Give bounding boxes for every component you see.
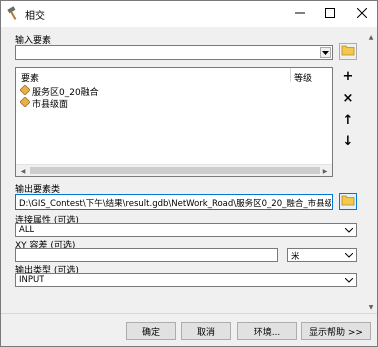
xy-tolerance-unit: 米	[291, 252, 300, 262]
scroll-right-icon[interactable]: ▶	[320, 166, 330, 176]
hammer-icon	[7, 6, 21, 20]
browse-output-button[interactable]	[339, 193, 357, 210]
show-help-button[interactable]: 显示帮助 >>	[301, 322, 371, 340]
move-down-button[interactable]: ↓	[339, 132, 357, 150]
table-row[interactable]: 服务区0_20融合	[19, 83, 99, 98]
folder-icon	[341, 194, 355, 209]
scroll-up-icon[interactable]: ▲	[366, 32, 376, 42]
remove-feature-button[interactable]: ×	[339, 89, 357, 107]
column-header-rank[interactable]: 等级	[294, 71, 312, 84]
vertical-scrollbar[interactable]: ▲ ▼	[365, 31, 377, 313]
output-features-value: D:\GIS_Contest\下午\结果\result.gdb\NetWork_…	[19, 199, 331, 209]
feature-class-icon	[19, 95, 31, 110]
maximize-icon	[325, 7, 335, 21]
column-header-feature[interactable]: 要素	[21, 71, 39, 84]
close-button[interactable]	[347, 1, 377, 27]
xy-tolerance-unit-select[interactable]: 米	[287, 248, 357, 262]
chevron-down-icon[interactable]	[343, 250, 354, 261]
feature-name: 市县级面	[32, 99, 69, 110]
add-feature-button[interactable]: +	[339, 67, 357, 85]
minimize-icon	[295, 8, 305, 21]
scrollbar-thumb[interactable]	[30, 167, 320, 174]
input-features-combo[interactable]	[15, 45, 333, 60]
output-type-value: INPUT	[19, 275, 45, 285]
move-up-button[interactable]: ↑	[339, 111, 357, 129]
chevron-down-icon[interactable]	[320, 47, 331, 58]
column-divider	[290, 68, 291, 82]
table-row[interactable]: 市县级面	[19, 95, 69, 110]
arrow-up-icon: ↑	[342, 112, 354, 128]
chevron-down-icon[interactable]	[343, 275, 354, 286]
environments-button[interactable]: 环境...	[237, 322, 297, 340]
output-type-select[interactable]: INPUT	[15, 273, 357, 287]
maximize-button[interactable]	[315, 1, 345, 27]
plus-icon: +	[342, 68, 354, 84]
cancel-button[interactable]: 取消	[181, 322, 231, 340]
remove-icon: ×	[342, 90, 354, 106]
chevron-down-icon[interactable]	[343, 225, 354, 236]
minimize-button[interactable]	[285, 1, 315, 27]
tool-dialog: 相交 输入要素 要素 等级 服务区0_20融合 市县级面 ◀ ▶ + × ↑ ↓…	[0, 0, 378, 347]
window-title: 相交	[25, 11, 45, 22]
horizontal-scrollbar[interactable]: ◀ ▶	[16, 164, 332, 176]
folder-icon	[341, 44, 355, 59]
scroll-down-icon[interactable]: ▼	[366, 302, 376, 312]
join-attributes-value: ALL	[19, 225, 35, 235]
close-icon	[356, 7, 368, 21]
output-features-field[interactable]: D:\GIS_Contest\下午\结果\result.gdb\NetWork_…	[15, 194, 333, 210]
browse-input-button[interactable]	[339, 43, 357, 60]
join-attributes-select[interactable]: ALL	[15, 223, 357, 237]
xy-tolerance-input[interactable]	[15, 248, 278, 262]
scroll-left-icon[interactable]: ◀	[18, 166, 28, 176]
features-table[interactable]: 要素 等级 服务区0_20融合 市县级面 ◀ ▶	[15, 67, 333, 177]
arrow-down-icon: ↓	[342, 133, 354, 149]
ok-button[interactable]: 确定	[126, 322, 176, 340]
title-bar[interactable]: 相交	[1, 1, 377, 27]
